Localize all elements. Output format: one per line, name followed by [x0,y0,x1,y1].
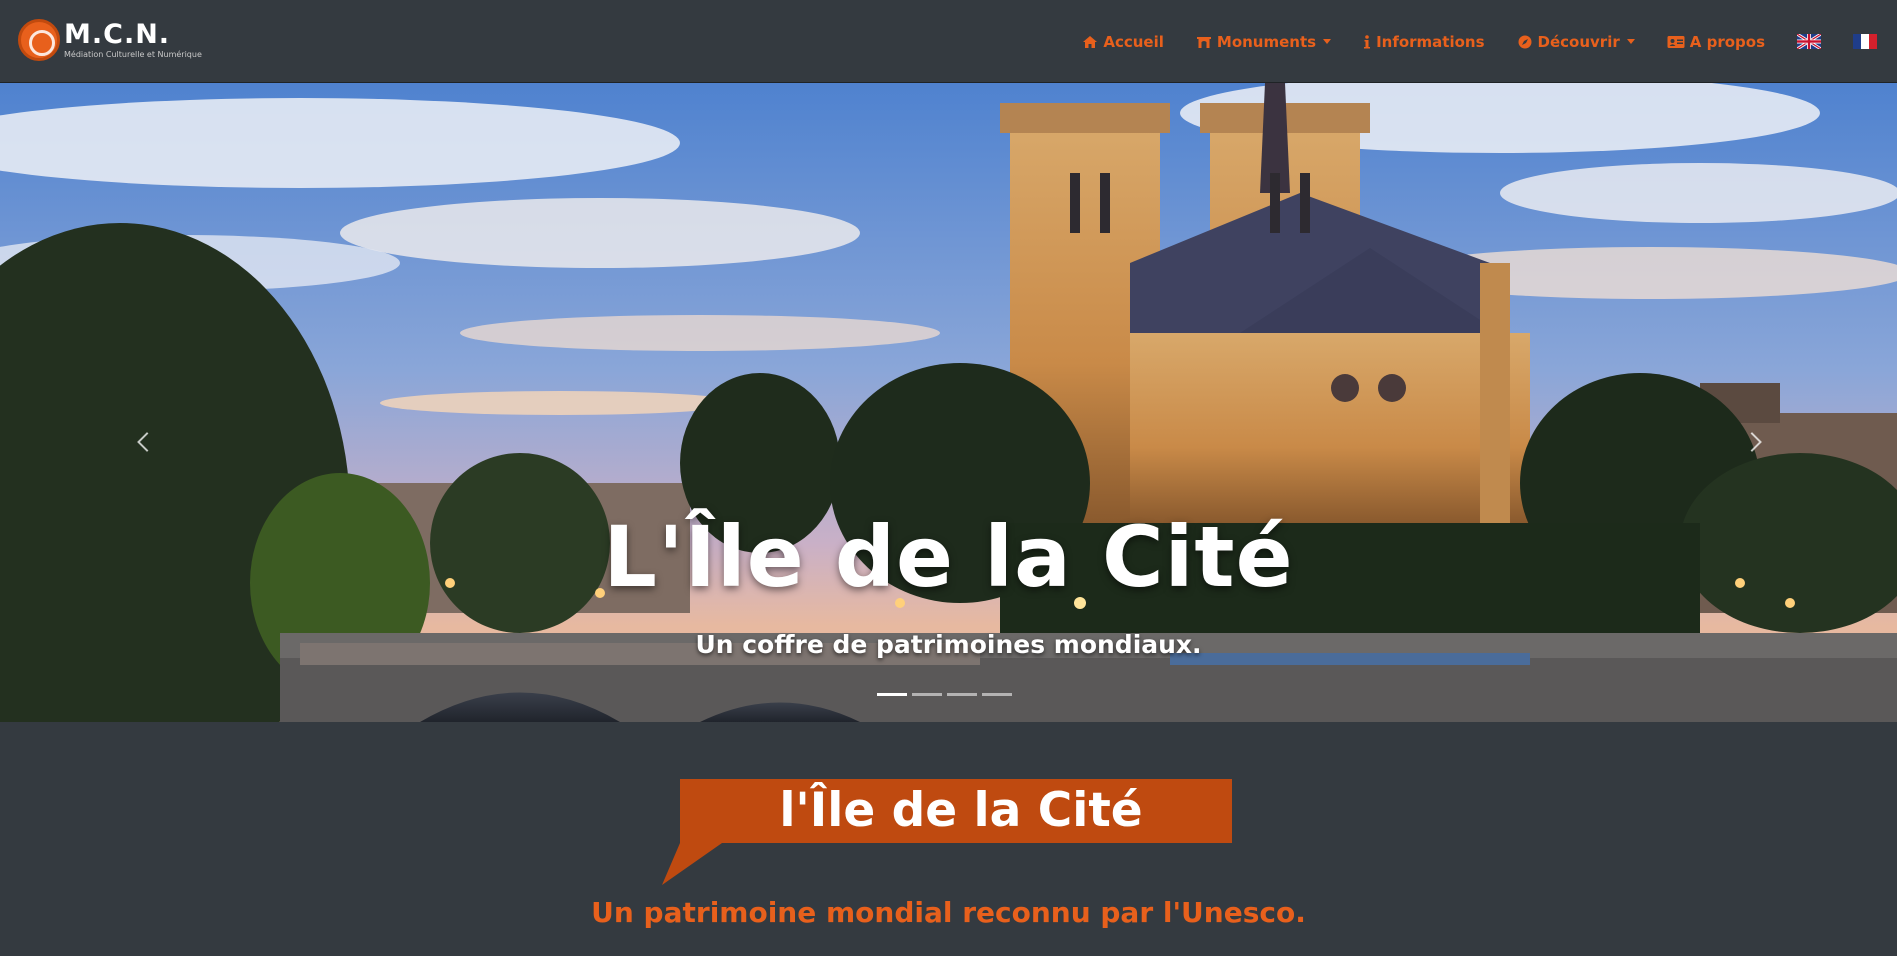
carousel-indicator[interactable] [877,693,907,696]
nav-item-monuments[interactable]: Monuments [1196,32,1332,51]
compass-icon [1518,35,1532,48]
brand-subtitle: Médiation Culturelle et Numérique [64,50,202,59]
section-tagline: Un patrimoine mondial reconnu par l'Unes… [591,896,1306,929]
nav-item-decouvrir[interactable]: Découvrir [1517,33,1635,51]
main-nav: Accueil Monuments Informations Découvrir… [1050,0,1877,83]
french-flag-icon[interactable] [1853,34,1877,49]
nav-item-informations[interactable]: Informations [1363,32,1485,51]
hero-image [0,83,1897,722]
brand-logo-link[interactable]: M.C.N. Médiation Culturelle et Numérique [18,16,202,64]
nav-item-label: A propos [1689,32,1765,51]
nav-item-label: Informations [1376,32,1485,51]
carousel-indicator[interactable] [947,693,977,696]
nav-item-a-propos[interactable]: A propos [1667,33,1765,51]
brand-text: M.C.N. Médiation Culturelle et Numérique [64,21,202,59]
nav-item-label: Découvrir [1537,32,1620,51]
hero-subtitle: Un coffre de patrimoines mondiaux. [695,630,1202,659]
monument-icon [1196,36,1211,48]
brand-name: M.C.N. [64,19,171,50]
brand-logo-icon [18,19,60,61]
chevron-down-icon [1323,39,1332,44]
hero-carousel: L'Île de la Cité Un coffre de patrimoine… [0,83,1897,722]
section-heading: l'Île de la Cité [779,783,1143,838]
home-icon [1083,35,1098,48]
carousel-indicator[interactable] [912,693,942,696]
nav-item-accueil[interactable]: Accueil [1082,33,1164,51]
chevron-down-icon [1626,39,1635,44]
carousel-indicators [877,693,1017,696]
nav-item-label: Accueil [1103,32,1164,51]
nav-item-label: Monuments [1216,32,1317,51]
carousel-next-button[interactable] [1740,423,1770,463]
carousel-prev-button[interactable] [128,423,158,463]
info-icon [1364,34,1371,48]
hero-title: L'Île de la Cité [603,508,1294,606]
id-card-icon [1667,35,1685,48]
english-flag-icon[interactable] [1797,34,1821,49]
navbar: M.C.N. Médiation Culturelle et Numérique… [0,0,1897,83]
carousel-indicator[interactable] [982,693,1012,696]
